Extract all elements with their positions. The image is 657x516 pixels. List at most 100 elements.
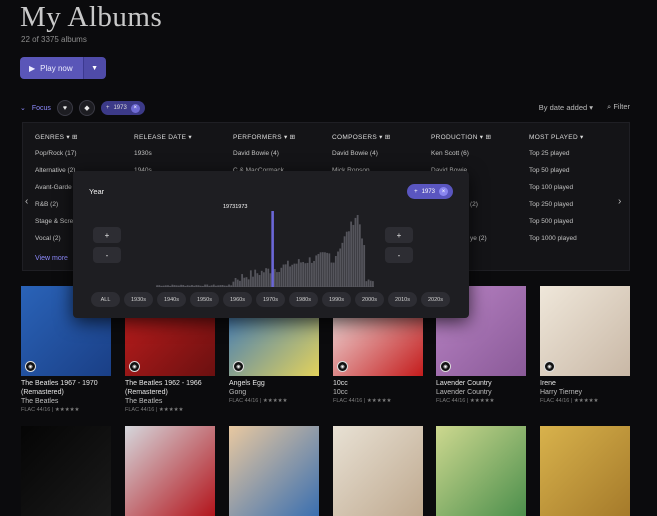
list-item[interactable]: Top 25 played (529, 150, 584, 167)
column-header[interactable]: PERFORMERS ▾ ⊞ (233, 133, 295, 141)
album-card[interactable] (333, 426, 423, 516)
play-icon[interactable]: ◉ (544, 361, 555, 372)
heart-icon[interactable]: ♥ (56, 100, 73, 116)
histogram-bar (193, 285, 196, 287)
view-more-link[interactable]: View more (35, 255, 68, 262)
chevron-left-icon[interactable]: ‹ (25, 196, 28, 207)
list-item[interactable]: Top 250 played (529, 201, 584, 218)
start-year-decrement-button[interactable]: - (93, 247, 121, 263)
histogram-bar (330, 262, 333, 287)
focus-chip-year[interactable]: + 1973 × (100, 101, 145, 115)
column-header[interactable]: COMPOSERS ▾ ⊞ (332, 133, 391, 141)
list-item[interactable]: Top 50 played (529, 167, 584, 184)
focus-toggle[interactable]: Focus (32, 105, 51, 112)
histogram-bar (225, 285, 228, 287)
album-cover[interactable]: ◉ (540, 286, 630, 376)
album-card[interactable] (21, 426, 111, 516)
album-card[interactable] (540, 426, 630, 516)
histogram-bar (173, 285, 176, 287)
decade-button[interactable]: 1990s (322, 292, 351, 307)
column-header[interactable]: PRODUCTION ▾ ⊞ (431, 133, 491, 141)
album-card[interactable] (229, 426, 319, 516)
album-title[interactable]: The Beatles 1967 - 1970 (Remastered) (21, 379, 111, 397)
end-year-decrement-button[interactable]: - (385, 247, 413, 263)
album-cover[interactable] (540, 426, 630, 516)
decade-button[interactable]: 1930s (124, 292, 153, 307)
histogram-bar (208, 285, 211, 287)
filter-button[interactable]: ⌕ Filter (607, 102, 630, 112)
decade-button[interactable]: 1980s (289, 292, 318, 307)
album-cover[interactable] (21, 426, 111, 516)
list-item[interactable]: David Bowie (4) (233, 150, 295, 167)
list-item[interactable]: Avant-Garde (35, 184, 78, 201)
column-header[interactable]: MOST PLAYED ▾ (529, 133, 584, 141)
close-icon[interactable]: × (130, 103, 140, 113)
list-item[interactable]: ye (2) (470, 235, 487, 252)
play-now-button[interactable]: ▶ Play now (20, 57, 83, 79)
list-item[interactable]: Top 1000 played (529, 235, 584, 252)
histogram-bar (162, 285, 165, 287)
histogram-bar (156, 285, 158, 287)
histogram-bar (245, 277, 248, 287)
album-artist[interactable]: The Beatles (125, 397, 215, 406)
play-icon[interactable]: ◉ (233, 361, 244, 372)
play-options-button[interactable]: ▼ (82, 57, 106, 79)
histogram-bar (191, 284, 193, 287)
list-item[interactable]: Stage & Scre (35, 218, 78, 235)
decade-button[interactable]: 2000s (355, 292, 384, 307)
chevron-right-icon[interactable]: › (618, 196, 621, 207)
album-cover[interactable] (229, 426, 319, 516)
play-icon[interactable]: ◉ (129, 361, 140, 372)
play-icon[interactable]: ◉ (440, 361, 451, 372)
chevron-down-icon[interactable]: ⌄ (20, 104, 26, 112)
list-item[interactable] (470, 218, 487, 235)
year-histogram[interactable] (156, 211, 374, 287)
list-item[interactable]: (2) (470, 201, 487, 218)
year-chip[interactable]: + 1973 × (407, 184, 453, 199)
column-header[interactable]: GENRES ▾ ⊞ (35, 133, 78, 141)
start-year-increment-button[interactable]: + (93, 227, 121, 243)
decade-button[interactable]: 1970s (256, 292, 285, 307)
histogram-bar (204, 284, 206, 287)
album-title[interactable]: 10cc (333, 379, 423, 388)
album-card[interactable]: ◉ Irene Harry Tierney FLAC 44/16 | ★★★★★ (540, 286, 630, 405)
tag-icon[interactable]: ◆ (78, 100, 95, 116)
histogram-bar (302, 262, 305, 287)
list-item[interactable]: Vocal (2) (35, 235, 78, 252)
list-item[interactable]: Top 500 played (529, 218, 584, 235)
album-cover[interactable] (436, 426, 526, 516)
album-artist[interactable]: Harry Tierney (540, 388, 630, 397)
album-cover[interactable] (333, 426, 423, 516)
column-header[interactable]: RELEASE DATE ▾ (134, 133, 192, 141)
close-icon[interactable]: × (439, 187, 448, 196)
decade-button[interactable]: 2010s (388, 292, 417, 307)
play-icon[interactable]: ◉ (337, 361, 348, 372)
decade-button[interactable]: ALL (91, 292, 120, 307)
sort-dropdown[interactable]: By date added ▾ (539, 103, 593, 112)
list-item[interactable]: 1930s (134, 150, 192, 167)
album-artist[interactable]: Lavender Country (436, 388, 526, 397)
decade-button[interactable]: 1940s (157, 292, 186, 307)
album-artist[interactable]: Gong (229, 388, 319, 397)
list-item[interactable]: Top 100 played (529, 184, 584, 201)
list-item[interactable]: R&B (2) (35, 201, 78, 218)
end-year-increment-button[interactable]: + (385, 227, 413, 243)
histogram-bar (269, 273, 272, 287)
list-item[interactable]: David Bowie (4) (332, 150, 391, 167)
decade-button[interactable]: 2020s (421, 292, 450, 307)
album-artist[interactable]: 10cc (333, 388, 423, 397)
album-card[interactable] (125, 426, 215, 516)
album-title[interactable]: Irene (540, 379, 630, 388)
album-cover[interactable] (125, 426, 215, 516)
album-title[interactable]: The Beatles 1962 - 1966 (Remastered) (125, 379, 215, 397)
album-artist[interactable]: The Beatles (21, 397, 111, 406)
decade-button[interactable]: 1950s (190, 292, 219, 307)
album-card[interactable] (436, 426, 526, 516)
album-title[interactable]: Angels Egg (229, 379, 319, 388)
decade-button[interactable]: 1960s (223, 292, 252, 307)
list-item[interactable]: Ken Scott (6) (431, 150, 491, 167)
list-item[interactable]: Pop/Rock (17) (35, 150, 78, 167)
play-icon[interactable]: ◉ (25, 361, 36, 372)
album-title[interactable]: Lavender Country (436, 379, 526, 388)
list-item[interactable]: Alternative (2) (35, 167, 78, 184)
